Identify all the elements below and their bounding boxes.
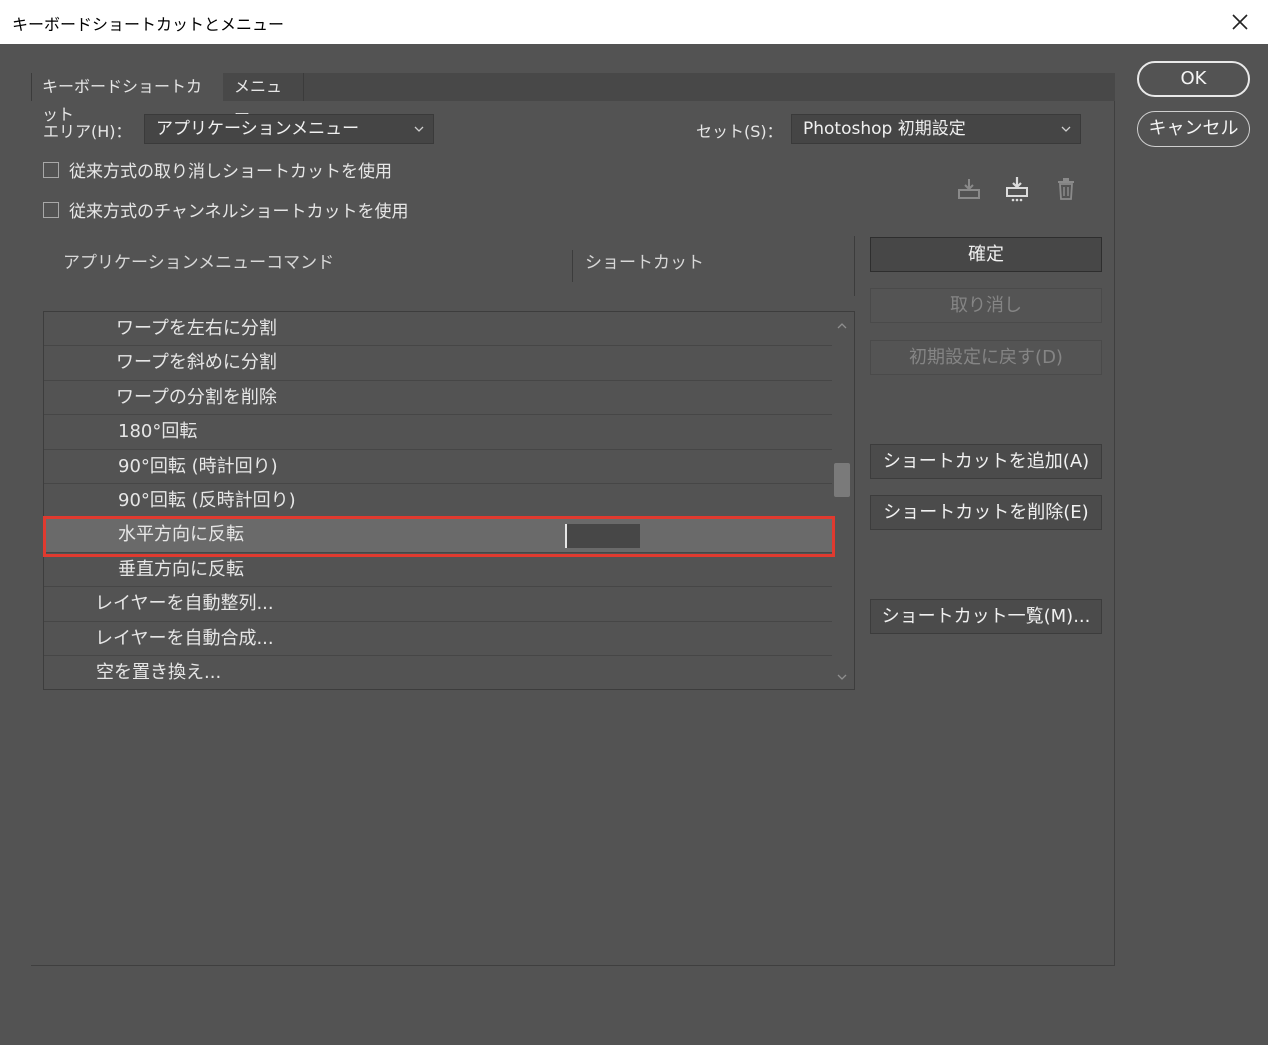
tab-bar: キーボードショートカット メニュー <box>31 73 1115 124</box>
list-scrollbar[interactable] <box>831 313 853 688</box>
undo-button[interactable]: 取り消し <box>870 288 1102 323</box>
delete-shortcut-button[interactable]: ショートカットを削除(E) <box>870 495 1102 530</box>
area-select[interactable]: アプリケーションメニュー <box>144 114 434 144</box>
set-select[interactable]: Photoshop 初期設定 <box>791 114 1081 144</box>
scrollbar-thumb[interactable] <box>834 463 850 497</box>
list-item-label: 垂直方向に反転 <box>118 558 244 580</box>
area-label: エリア(H)： <box>43 122 132 141</box>
list-item[interactable]: ワープを斜めに分割 <box>44 346 832 381</box>
list-item-label: レイヤーを自動整列... <box>95 593 274 615</box>
set-select-value: Photoshop 初期設定 <box>803 119 966 139</box>
list-item-label: ワープの分割を削除 <box>116 386 277 408</box>
list-item[interactable]: 空を置き換え... <box>44 656 832 689</box>
window-title: キーボードショートカットとメニュー <box>12 15 285 34</box>
legacy-channel-label: 従来方式のチャンネルショートカットを使用 <box>69 202 409 222</box>
accept-button[interactable]: 確定 <box>870 237 1102 272</box>
chevron-down-icon <box>414 126 424 132</box>
save-set-icon[interactable] <box>955 175 983 203</box>
tab-menus[interactable]: メニュー <box>224 73 304 124</box>
list-item[interactable]: ワープの分割を削除 <box>44 381 832 416</box>
list-item-label: 180°回転 <box>118 421 198 443</box>
cancel-button[interactable]: キャンセル <box>1137 111 1250 147</box>
legacy-undo-checkbox[interactable] <box>43 161 59 178</box>
command-column-header[interactable]: アプリケーションメニューコマンド <box>63 236 334 306</box>
use-default-button[interactable]: 初期設定に戻す(D) <box>870 340 1102 375</box>
list-item-selected[interactable]: 水平方向に反転 <box>44 518 832 553</box>
list-item[interactable]: 90°回転 (反時計回り) <box>44 484 832 519</box>
list-item-label: 空を置き換え... <box>96 662 222 683</box>
shortcut-column-header[interactable]: ショートカット <box>585 236 704 306</box>
legacy-channel-checkbox[interactable] <box>43 201 59 218</box>
column-divider <box>572 250 573 282</box>
list-item[interactable]: 垂直方向に反転 <box>44 553 832 588</box>
area-select-value: アプリケーションメニュー <box>156 119 360 139</box>
add-shortcut-button[interactable]: ショートカットを追加(A) <box>870 444 1102 479</box>
chevron-down-icon <box>1061 126 1071 132</box>
list-item[interactable]: レイヤーを自動合成... <box>44 622 832 656</box>
set-label: セット(S)： <box>696 122 783 141</box>
command-list: ワープを左右に分割 ワープを斜めに分割 ワープの分割を削除 180°回転 90°… <box>43 311 855 690</box>
legacy-undo-option[interactable]: 従来方式の取り消しショートカットを使用 <box>43 157 392 182</box>
list-item[interactable]: 90°回転 (時計回り) <box>44 450 832 484</box>
ok-button[interactable]: OK <box>1137 61 1250 97</box>
tab-keyboard-shortcuts[interactable]: キーボードショートカット <box>31 73 223 124</box>
list-item[interactable]: ワープを左右に分割 <box>44 312 832 347</box>
list-item[interactable]: 180°回転 <box>44 415 832 450</box>
close-icon[interactable] <box>1226 8 1254 36</box>
list-item-label: 90°回転 (時計回り) <box>118 455 278 477</box>
list-item-label: レイヤーを自動合成... <box>95 627 274 649</box>
trash-icon[interactable] <box>1052 175 1080 203</box>
list-item-label: ワープを斜めに分割 <box>116 352 277 374</box>
shortcut-input[interactable] <box>565 524 640 549</box>
list-item-label: 水平方向に反転 <box>118 524 244 546</box>
save-set-as-icon[interactable] <box>1003 175 1031 203</box>
list-item[interactable]: レイヤーを自動整列... <box>44 587 832 622</box>
summarize-button[interactable]: ショートカット一覧(M)... <box>870 599 1102 634</box>
list-item-label: ワープを左右に分割 <box>116 318 277 339</box>
legacy-undo-label: 従来方式の取り消しショートカットを使用 <box>69 162 392 182</box>
column-divider <box>854 236 855 296</box>
legacy-channel-option[interactable]: 従来方式のチャンネルショートカットを使用 <box>43 197 409 222</box>
title-bar: キーボードショートカットとメニュー <box>0 0 1268 44</box>
list-item-label: 90°回転 (反時計回り) <box>118 490 296 511</box>
chevron-up-icon[interactable] <box>836 321 848 331</box>
chevron-down-icon[interactable] <box>836 672 848 682</box>
